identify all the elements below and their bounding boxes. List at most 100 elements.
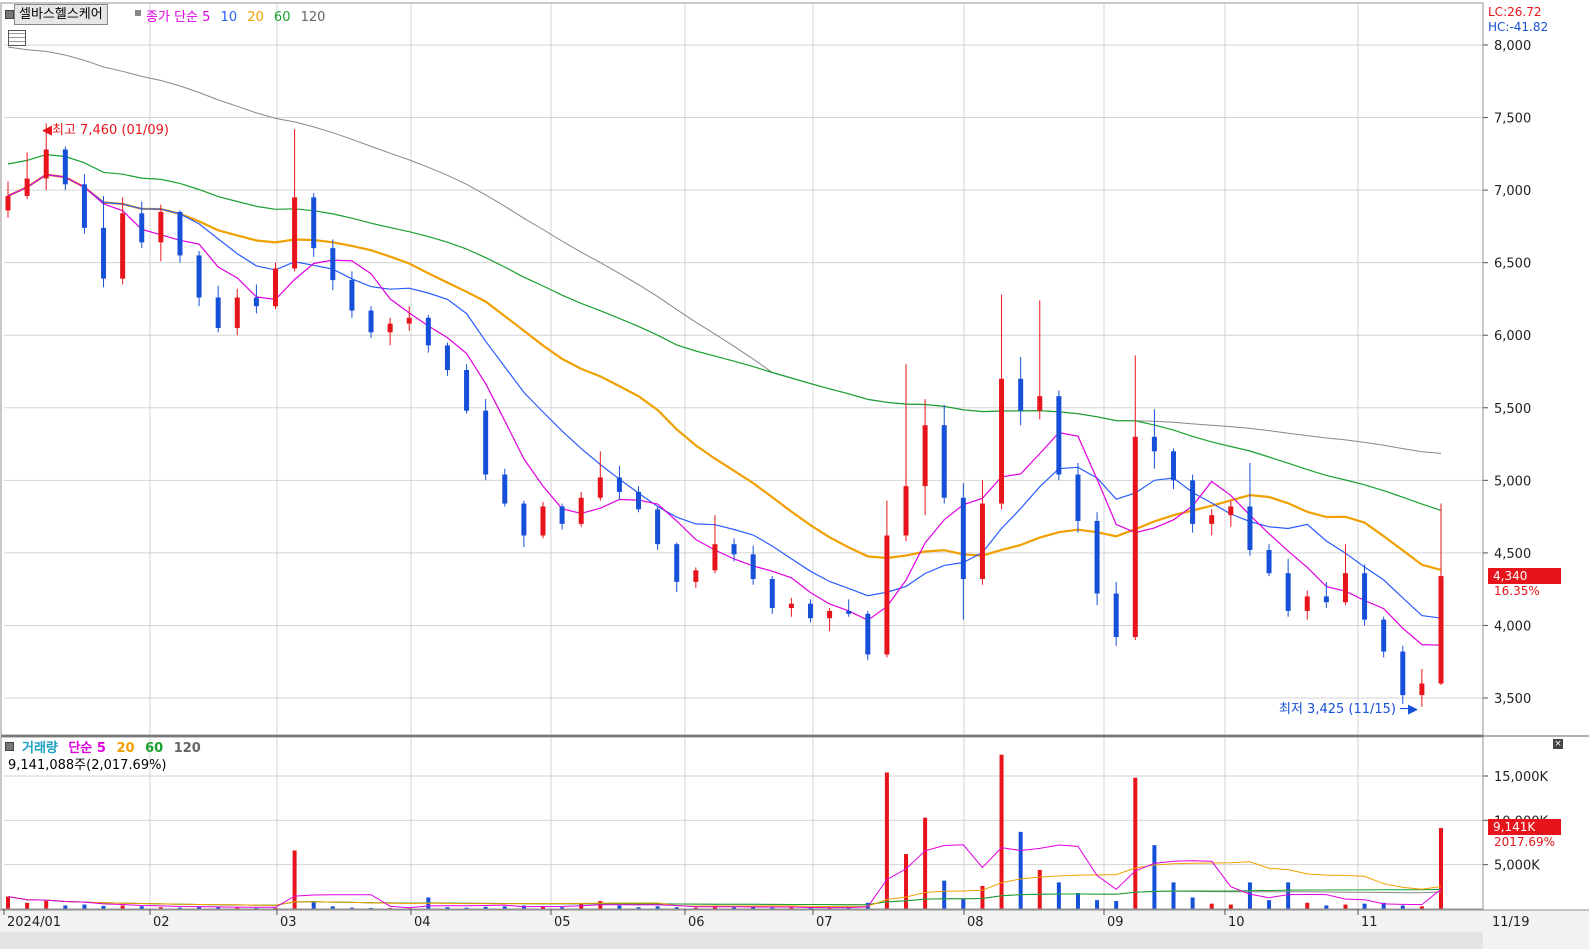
ma60-label: 60 — [273, 10, 291, 25]
candle-body — [1037, 396, 1043, 411]
candle-body — [999, 378, 1005, 504]
candle-body — [483, 410, 489, 475]
candle-body — [43, 149, 49, 179]
candle-body — [1209, 515, 1215, 524]
candle-body — [1075, 474, 1081, 521]
volume-bar — [1324, 905, 1329, 909]
right-arrow-icon: ─▶ — [1396, 702, 1418, 717]
candle-body — [196, 255, 202, 298]
volume-bar — [82, 904, 87, 909]
candle-body — [1323, 596, 1329, 603]
candle-body — [827, 610, 833, 619]
candle-body — [1094, 520, 1100, 594]
settings-small-icon[interactable] — [135, 10, 141, 16]
volume-bar — [1114, 901, 1119, 909]
volume-bar — [6, 896, 10, 909]
x-tick-label: 2024/01 — [7, 915, 61, 930]
candle-body — [5, 195, 11, 211]
candle-body — [62, 149, 68, 185]
candle-body — [444, 345, 450, 371]
y-tick-label: 6,500 — [1494, 257, 1531, 272]
x-tick-label: 03 — [280, 915, 297, 930]
candle-body — [693, 570, 699, 582]
price-volume-chart[interactable]: 8,000 7,500 7,000 6,500 6,000 5,500 5,000 4,500… — [0, 0, 1589, 949]
volume-bar — [1228, 904, 1233, 909]
x-tick-label: 04 — [414, 915, 431, 930]
high-annotation: ◀최고 7,460 (01/09) — [42, 119, 169, 138]
left-arrow-icon: ◀ — [42, 123, 52, 138]
candle-body — [464, 370, 470, 411]
lc-value: LC:26.72 — [1488, 5, 1542, 19]
panel-toggle-icon[interactable] — [5, 10, 14, 19]
ma5-label: 5 — [202, 10, 211, 25]
volume-bar — [1152, 845, 1157, 909]
volume-toggle-icon[interactable] — [5, 742, 14, 751]
volume-bar — [120, 905, 125, 909]
candle-body — [922, 425, 928, 487]
scrollbar-track — [0, 932, 1483, 949]
y-tick-label: 5,000 — [1494, 474, 1531, 489]
candle-body — [1266, 549, 1272, 574]
close-icon[interactable]: × — [1553, 739, 1563, 749]
candle-body — [101, 227, 107, 279]
candle-body — [960, 497, 966, 580]
candle-body — [636, 491, 642, 510]
candle-body — [330, 248, 336, 281]
volume-bar — [1286, 882, 1291, 909]
price-legend: 종가 단순 5 10 20 60 120 — [146, 6, 325, 25]
volume-bar — [63, 905, 68, 909]
candle-body — [979, 503, 985, 580]
volume-bar — [1190, 897, 1195, 909]
volume-bar — [1305, 902, 1310, 909]
candle-body — [120, 213, 126, 279]
current-volume-badge: 9,141K — [1488, 819, 1561, 835]
candle-body — [1247, 506, 1253, 550]
candle-body — [903, 486, 909, 536]
candle-body — [884, 535, 890, 655]
volume-value: 9,141,088주(2,017.69%) — [8, 758, 167, 773]
stock-name-button[interactable]: 셀바스헬스케어 — [14, 4, 108, 25]
y-tick-label: 4,500 — [1494, 547, 1531, 562]
volume-bar — [1171, 882, 1176, 909]
x-tick-label: 11 — [1361, 915, 1378, 930]
price-label: 종가 — [146, 10, 170, 25]
volume-bar — [1439, 827, 1443, 909]
ma20-label: 20 — [247, 10, 264, 25]
low-note: 최저 3,425 (11/15) — [1279, 702, 1397, 717]
candle-body — [1132, 436, 1138, 638]
volume-bar — [44, 901, 49, 909]
candle-body — [731, 544, 737, 555]
x-tick-label: 09 — [1107, 915, 1124, 930]
volume-bar — [1400, 905, 1405, 909]
candle-body — [1342, 573, 1348, 603]
volume-bar — [617, 905, 622, 909]
y-tick-label: 5,500 — [1494, 402, 1531, 417]
y-tick-label: 4,000 — [1494, 619, 1531, 634]
grid-toggle-icon[interactable] — [8, 30, 26, 46]
candle-body — [865, 613, 871, 655]
y-tick-label: 7,500 — [1494, 112, 1531, 127]
volume-bar — [1209, 903, 1214, 909]
volume-bar — [25, 902, 30, 909]
current-volume-change: 2017.69% — [1494, 835, 1556, 849]
candle-body — [597, 477, 603, 498]
volume-bar — [292, 850, 297, 909]
ma10-label: 10 — [220, 10, 238, 25]
hc-value: HC:-41.82 — [1488, 20, 1549, 34]
candle-body — [559, 506, 565, 524]
candle-body — [1438, 576, 1444, 684]
candle-body — [234, 297, 240, 328]
candle-body — [807, 603, 813, 619]
high-note: 최고 7,460 (01/09) — [52, 123, 170, 138]
volume-bar — [1037, 869, 1042, 909]
volume-bar — [521, 905, 526, 909]
x-end-label: 11/19 — [1492, 915, 1529, 930]
volume-tick-label: 15,000K — [1494, 770, 1548, 785]
volume-bar — [1095, 900, 1100, 909]
y-tick-label: 8,000 — [1494, 39, 1531, 54]
candle-body — [712, 544, 718, 571]
candle-body — [1362, 573, 1368, 620]
y-tick-label: 7,000 — [1494, 184, 1531, 199]
volume-bar — [999, 754, 1004, 909]
candle-body — [1018, 378, 1024, 411]
